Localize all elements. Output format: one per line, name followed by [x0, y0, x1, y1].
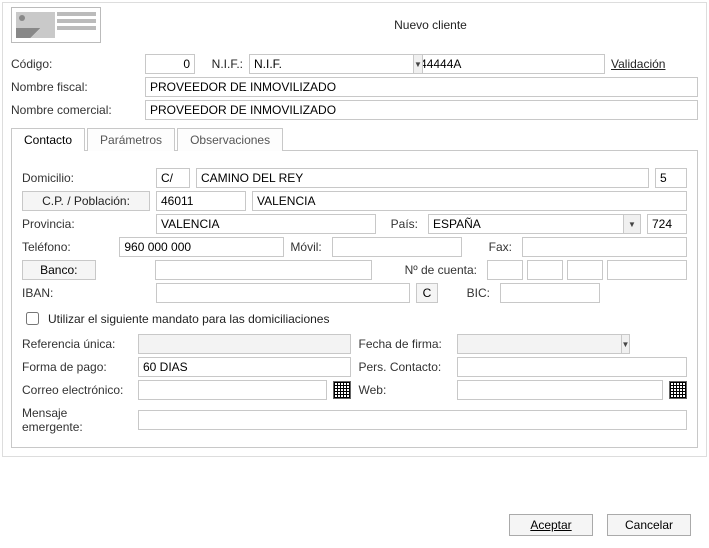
- nif-value-input[interactable]: [395, 54, 605, 74]
- qr-icon[interactable]: [669, 381, 687, 399]
- label-nombre-fiscal: Nombre fiscal:: [11, 80, 139, 94]
- correo-input[interactable]: [138, 380, 327, 400]
- label-fax: Fax:: [468, 240, 516, 254]
- validacion-link[interactable]: Validación: [611, 57, 665, 71]
- label-n-cuenta: Nº de cuenta:: [378, 263, 481, 277]
- cuenta3-input[interactable]: [567, 260, 603, 280]
- chevron-down-icon[interactable]: ▼: [413, 54, 423, 74]
- cancel-button[interactable]: Cancelar: [607, 514, 691, 536]
- tab-observaciones[interactable]: Observaciones: [177, 128, 283, 151]
- accept-button[interactable]: Aceptar: [509, 514, 593, 536]
- movil-input[interactable]: [332, 237, 462, 257]
- mensaje-input[interactable]: [138, 410, 687, 430]
- ref-unica-input: [138, 334, 351, 354]
- fax-input[interactable]: [522, 237, 687, 257]
- fecha-firma-input[interactable]: [457, 334, 621, 354]
- label-fecha-firma: Fecha de firma:: [359, 337, 451, 351]
- telefono-input[interactable]: [119, 237, 284, 257]
- label-correo: Correo electrónico:: [22, 383, 132, 397]
- label-domicilio: Domicilio:: [22, 171, 150, 185]
- label-nombre-comercial: Nombre comercial:: [11, 103, 139, 117]
- cuenta2-input[interactable]: [527, 260, 563, 280]
- bic-input[interactable]: [500, 283, 600, 303]
- label-mandate: Utilizar el siguiente mandato para las d…: [48, 312, 329, 326]
- nombre-comercial-input[interactable]: [145, 100, 698, 120]
- nombre-fiscal-input[interactable]: [145, 77, 698, 97]
- label-telefono: Teléfono:: [22, 240, 113, 254]
- web-input[interactable]: [457, 380, 664, 400]
- via-input[interactable]: [156, 168, 190, 188]
- window-title: Nuevo cliente: [113, 18, 698, 32]
- domicilio-input[interactable]: [196, 168, 649, 188]
- label-pers-contacto: Pers. Contacto:: [359, 360, 451, 374]
- label-forma-pago: Forma de pago:: [22, 360, 132, 374]
- numero-input[interactable]: [655, 168, 687, 188]
- cuenta1-input[interactable]: [487, 260, 523, 280]
- iban-input[interactable]: [156, 283, 410, 303]
- label-codigo: Código:: [11, 57, 139, 71]
- mandate-checkbox[interactable]: [26, 312, 39, 325]
- tab-parametros[interactable]: Parámetros: [87, 128, 175, 151]
- codigo-input[interactable]: [145, 54, 195, 74]
- cp-poblacion-button[interactable]: C.P. / Población:: [22, 191, 150, 211]
- provincia-input[interactable]: [156, 214, 376, 234]
- banco-button[interactable]: Banco:: [22, 260, 96, 280]
- pers-contacto-input[interactable]: [457, 357, 688, 377]
- chevron-down-icon[interactable]: ▼: [623, 214, 641, 234]
- label-nif: N.I.F.:: [201, 57, 243, 71]
- label-movil: Móvil:: [290, 240, 325, 254]
- label-iban: IBAN:: [22, 286, 150, 300]
- banco-input[interactable]: [155, 260, 372, 280]
- cp-input[interactable]: [156, 191, 246, 211]
- label-pais: País:: [382, 217, 422, 231]
- forma-pago-input[interactable]: [138, 357, 351, 377]
- iban-calc-button[interactable]: C: [416, 283, 438, 303]
- label-bic: BIC:: [444, 286, 494, 300]
- qr-icon[interactable]: [333, 381, 351, 399]
- poblacion-input[interactable]: [252, 191, 687, 211]
- label-ref-unica: Referencia única:: [22, 337, 132, 351]
- nif-type-select[interactable]: [249, 54, 413, 74]
- chevron-down-icon[interactable]: ▼: [621, 334, 631, 354]
- label-provincia: Provincia:: [22, 217, 150, 231]
- label-web: Web:: [359, 383, 451, 397]
- pais-codigo-input[interactable]: [647, 214, 687, 234]
- pais-select[interactable]: [428, 214, 623, 234]
- label-mensaje: Mensaje emergente:: [22, 406, 132, 434]
- client-card-icon: [11, 7, 101, 43]
- tab-contacto[interactable]: Contacto: [11, 128, 85, 151]
- cuenta4-input[interactable]: [607, 260, 687, 280]
